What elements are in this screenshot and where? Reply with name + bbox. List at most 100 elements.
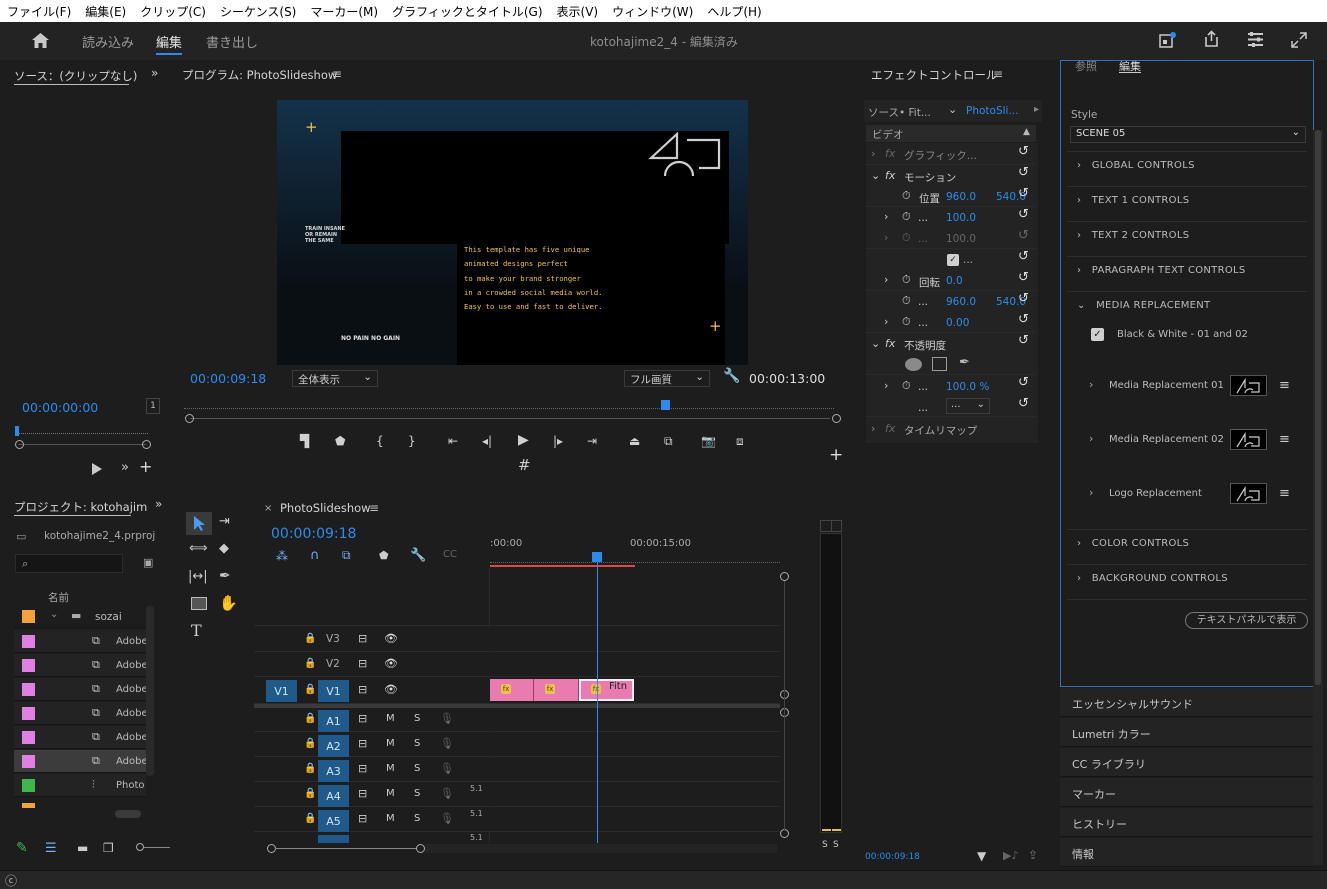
project-item-selected[interactable]: ⧉ Adobe [14, 750, 148, 773]
meter-solo-right[interactable]: S [833, 840, 839, 850]
timeline-clip-selected[interactable]: fx Fitn [579, 679, 634, 701]
zoom-slider-track[interactable] [144, 847, 170, 848]
source-scroll-handle-right[interactable] [142, 440, 151, 449]
info-panel[interactable]: 情報 [1060, 838, 1313, 867]
position-reset-icon[interactable]: ↺ [1018, 186, 1029, 201]
ellipse-mask-icon[interactable] [905, 358, 922, 371]
effect-source-tab[interactable]: ソース• Fit... [868, 105, 931, 120]
timeline-vscroll-track[interactable] [784, 581, 785, 831]
rotation-value[interactable]: 0.0 [946, 275, 963, 287]
scale-reset-icon[interactable]: ↺ [1018, 207, 1029, 222]
quick-export-icon[interactable] [1159, 32, 1177, 48]
project-item[interactable]: ⧉ Adobe [14, 654, 148, 677]
compare-view-icon[interactable]: ⧈ [736, 434, 744, 449]
program-panel-title[interactable]: プログラム: PhotoSlideshow [182, 67, 337, 83]
share-icon[interactable] [1203, 30, 1220, 48]
uniform-scale-checkbox[interactable]: ✓ [947, 254, 959, 266]
hscroll-handle-right[interactable] [416, 844, 425, 853]
graphic-reset-icon[interactable]: ↺ [1018, 144, 1029, 159]
menu-view[interactable]: 表示(V) [550, 3, 606, 20]
empty-track-area[interactable] [254, 568, 780, 626]
project-item[interactable]: ⧉ Adobe [14, 678, 148, 701]
timeline-clip[interactable]: fx [534, 679, 579, 701]
rectangle-tool-icon[interactable] [191, 597, 207, 610]
anchor-x-value[interactable]: 960.0 [946, 296, 976, 308]
effect-export-icon[interactable]: ⇪ [1028, 848, 1038, 862]
menu-file[interactable]: ファイル(F) [0, 3, 78, 20]
step-forward-icon[interactable]: |▸ [553, 434, 563, 448]
selection-tool-icon[interactable] [192, 515, 206, 532]
timeline-clip[interactable]: fx [490, 679, 534, 701]
source-add-button-icon[interactable]: + [139, 457, 152, 476]
lumetri-color-panel[interactable]: Lumetri カラー [1060, 718, 1313, 747]
project-panel-title[interactable]: プロジェクト: kotohajim [14, 499, 147, 515]
menu-edit[interactable]: 編集(E) [78, 3, 133, 20]
scale-width-expand-icon[interactable]: › [884, 231, 888, 244]
video-section-header[interactable]: ビデオ ▲ [866, 125, 1036, 142]
track-a4[interactable]: 🔒 A4 ⊟ M S 🎙 5.1 [254, 783, 780, 807]
close-sequence-icon[interactable]: × [264, 503, 272, 514]
pen-mask-icon[interactable]: ✒ [959, 355, 970, 370]
project-item[interactable]: ⧉ Adobe [14, 702, 148, 725]
rotation-reset-icon[interactable]: ↺ [1018, 270, 1029, 285]
project-sequence-item[interactable]: ⫶ Photo [14, 774, 146, 797]
timeremap-expand-icon[interactable]: › [871, 422, 875, 435]
timeline-timecode[interactable]: 00:00:09:18 [271, 526, 356, 542]
settings-wrench-icon[interactable]: 🔧 [723, 368, 740, 384]
media-01-expand-icon[interactable]: › [1089, 378, 1093, 391]
list-view-icon[interactable]: ☰ [45, 841, 57, 856]
freeform-view-icon[interactable]: ❒ [103, 841, 114, 855]
anchor-reset-icon[interactable]: ↺ [1018, 291, 1029, 306]
add-marker-timeline-icon[interactable]: ⬟ [379, 549, 389, 562]
text2-controls-section[interactable]: › TEXT 2 CONTROLS [1077, 230, 1189, 241]
effect-timecode[interactable]: 00:00:09:18 [865, 852, 920, 862]
black-white-checkbox[interactable]: ✓ [1091, 328, 1104, 341]
track-a5[interactable]: 🔒 A5 ⊟ M S 🎙 5.1 [254, 808, 780, 832]
name-column-header[interactable]: 名前 [48, 590, 69, 605]
project-hscroll[interactable] [115, 810, 141, 818]
rotation-expand-icon[interactable]: › [884, 273, 888, 286]
timeline-settings-icon[interactable]: 🔧 [410, 548, 426, 563]
program-scroll-handle-left[interactable] [185, 414, 194, 423]
tab-import[interactable]: 読み込み [82, 32, 134, 51]
program-playhead[interactable] [661, 400, 670, 410]
opacity-expand-icon[interactable]: ⌄ [871, 337, 880, 350]
menu-window[interactable]: ウィンドウ(W) [605, 3, 700, 20]
source-more-icon[interactable]: » [121, 460, 129, 475]
color-controls-section[interactable]: › COLOR CONTROLS [1077, 538, 1189, 549]
export-frame-icon[interactable]: 📷 [701, 434, 716, 448]
new-bin-icon[interactable]: ▣ [143, 556, 153, 569]
timeline-ruler[interactable] [490, 553, 780, 563]
source-scroll-handle-left[interactable] [15, 440, 24, 449]
effect-filter-icon[interactable]: ▼ [977, 849, 986, 863]
go-to-out-icon[interactable]: ⇥ [587, 434, 597, 448]
program-video-preview[interactable]: + + TRAIN INSANE OR REMAIN THE SAME This… [277, 100, 748, 365]
source-timecode[interactable]: 00:00:00:00 [22, 400, 98, 415]
background-controls-section[interactable]: › BACKGROUND CONTROLS [1077, 573, 1228, 584]
captions-icon[interactable]: CC [443, 549, 457, 560]
scale-width-stopwatch-icon[interactable]: ⏱ [902, 231, 911, 245]
menu-graphics[interactable]: グラフィックとタイトル(G) [385, 3, 549, 20]
media-replacement-section[interactable]: ⌄ MEDIA REPLACEMENT [1077, 300, 1210, 311]
paragraph-controls-section[interactable]: › PARAGRAPH TEXT CONTROLS [1077, 265, 1246, 276]
source-scroll-track[interactable] [18, 444, 146, 445]
style-dropdown[interactable]: SCENE 05 ⌄ [1070, 126, 1306, 143]
opacity-value-reset-icon[interactable]: ↺ [1018, 375, 1029, 390]
play-icon[interactable]: ▶ [518, 432, 529, 448]
right-scrollbar[interactable] [1313, 130, 1323, 865]
blend-mode-dropdown[interactable]: ... ⌄ [946, 398, 990, 414]
mark-in-icon[interactable]: { [376, 434, 384, 448]
timeline-menu-icon[interactable]: ≡ [369, 501, 379, 515]
motion-expand-icon[interactable]: ⌄ [871, 169, 880, 182]
effect-controls-menu-icon[interactable]: ≡ [993, 67, 1003, 81]
go-to-in-icon[interactable]: ⇤ [448, 434, 458, 448]
source-zoom[interactable]: 1 [146, 398, 160, 414]
timeline-hscroll-thumb[interactable] [275, 848, 416, 849]
track-v2[interactable]: 🔒 V2 ⊟ 👁 [254, 653, 780, 677]
project-scrollbar[interactable] [146, 606, 154, 776]
program-scroll-track[interactable] [190, 418, 830, 419]
program-timecode[interactable]: 00:00:09:18 [190, 371, 266, 386]
quality-dropdown[interactable]: フル画質 ⌄ [624, 370, 710, 387]
track-v3[interactable]: 🔒 V3 ⊟ 👁 [254, 628, 780, 652]
track-a1[interactable]: 🔒 A1 ⊟ M S 🎙 [254, 708, 780, 732]
